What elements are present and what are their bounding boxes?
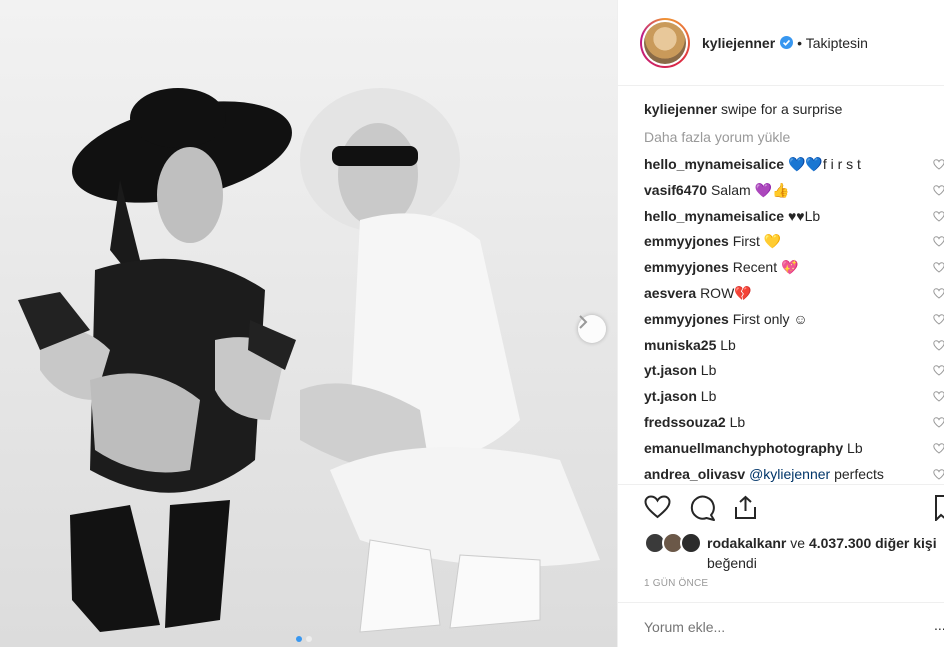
comment-like-heart-icon[interactable] bbox=[933, 365, 944, 377]
comment-like-heart-icon[interactable] bbox=[933, 185, 944, 196]
following-status[interactable]: • Takiptesin bbox=[797, 35, 868, 51]
post-photo[interactable] bbox=[0, 0, 617, 647]
carousel-indicator bbox=[296, 636, 312, 642]
more-options-button[interactable]: ... bbox=[934, 617, 944, 633]
comment-username[interactable]: emmyyjones bbox=[644, 311, 729, 327]
comment-text: 💙💙f i r s t bbox=[787, 156, 861, 172]
comment-text: ROW💔 bbox=[700, 284, 752, 301]
comment-row: emmyyjones First 💛 bbox=[644, 229, 944, 255]
comment-username[interactable]: emanuellmanchyphotography bbox=[644, 440, 843, 456]
caption-username[interactable]: kyliejenner bbox=[644, 101, 717, 117]
comment-row: emmyyjones Recent 💖 bbox=[644, 255, 944, 281]
comment-like-heart-icon[interactable] bbox=[933, 288, 944, 299]
post-timestamp[interactable]: 1 GÜN ÖNCE bbox=[644, 578, 708, 589]
comment-text: perfects bbox=[834, 465, 884, 482]
author-username[interactable]: kyliejenner bbox=[702, 35, 775, 51]
comment-text: Lb bbox=[700, 388, 717, 405]
caption-text: swipe for a surprise bbox=[721, 101, 843, 117]
like-heart-icon[interactable] bbox=[644, 495, 671, 519]
comment-username[interactable]: yt.jason bbox=[644, 362, 697, 378]
comment-text: First 💛 bbox=[732, 233, 782, 250]
likes-count[interactable]: 4.037.300 diğer kişi bbox=[809, 535, 937, 551]
comment-row: yt.jason Lb bbox=[644, 358, 944, 384]
chevron-right-icon bbox=[579, 315, 588, 329]
comment-bubble-icon[interactable] bbox=[689, 495, 716, 521]
comment-text: Lb bbox=[720, 336, 736, 353]
comment-like-heart-icon[interactable] bbox=[933, 314, 944, 325]
comment-row: emmyyjones First only ☺ bbox=[644, 307, 944, 333]
comment-row: aesvera ROW💔 bbox=[644, 281, 944, 307]
verified-badge-icon bbox=[780, 36, 794, 49]
comment-text: Lb bbox=[729, 413, 746, 430]
likes-suffix: beğendi bbox=[707, 555, 757, 571]
likes-connector: ve bbox=[790, 535, 806, 551]
comment-row: emanuellmanchyphotography Lb bbox=[644, 436, 944, 462]
comment-input[interactable] bbox=[644, 619, 894, 635]
likes-summary: rodakalkanr ve 4.037.300 diğer kişi beğe… bbox=[644, 530, 944, 573]
comment-row: andrea_olivasv @kyliejenner perfects bbox=[644, 462, 944, 484]
comment-like-heart-icon[interactable] bbox=[933, 417, 944, 428]
comment-text: Lb bbox=[700, 362, 717, 379]
comment-text: Recent 💖 bbox=[732, 259, 799, 276]
comment-username[interactable]: andrea_olivasv bbox=[644, 466, 745, 482]
comment-row: yt.jason Lb bbox=[644, 384, 944, 410]
post-actions-bar bbox=[618, 484, 944, 534]
likes-text: rodakalkanr ve 4.037.300 diğer kişi beğe… bbox=[707, 533, 937, 573]
comment-username[interactable]: aesvera bbox=[644, 285, 696, 301]
photo-illustration bbox=[0, 0, 617, 647]
post-header: kyliejenner • Takiptesin bbox=[618, 0, 944, 86]
comment-row: vasif6470 Salam 💜👍 bbox=[644, 178, 944, 204]
post-side-panel: kyliejenner • Takiptesin kyliejenner swi… bbox=[617, 0, 944, 647]
load-more-comments-button[interactable]: Daha fazla yorum yükle bbox=[644, 122, 944, 152]
comment-like-heart-icon[interactable] bbox=[933, 210, 944, 222]
author-avatar[interactable] bbox=[640, 17, 690, 68]
comment-like-heart-icon[interactable] bbox=[933, 443, 944, 454]
liker-avatar[interactable] bbox=[680, 532, 702, 554]
comment-username[interactable]: emmyyjones bbox=[644, 233, 729, 249]
comment-text: Salam 💜👍 bbox=[710, 181, 790, 198]
liker-username[interactable]: rodakalkanr bbox=[707, 535, 786, 551]
comment-like-heart-icon[interactable] bbox=[933, 159, 944, 170]
comment-username[interactable]: muniska25 bbox=[644, 337, 716, 353]
comments-list[interactable]: kyliejenner swipe for a surprise Daha fa… bbox=[644, 96, 944, 484]
comment-username[interactable]: hello_mynameisalice bbox=[644, 156, 784, 172]
comment-text: ♥♥Lb bbox=[787, 207, 821, 224]
comment-text: First only ☺ bbox=[732, 310, 808, 327]
add-comment-section: ... bbox=[618, 602, 944, 647]
comment-row: muniska25 Lb bbox=[644, 333, 944, 359]
comment-username[interactable]: vasif6470 bbox=[644, 182, 707, 198]
comment-like-heart-icon[interactable] bbox=[933, 236, 944, 248]
comment-like-heart-icon[interactable] bbox=[933, 339, 944, 351]
share-icon[interactable] bbox=[733, 495, 758, 520]
comment-username[interactable]: hello_mynameisalice bbox=[644, 208, 784, 224]
comment-row: fredssouza2 Lb bbox=[644, 410, 944, 436]
comment-row: hello_mynameisalice 💙💙f i r s t bbox=[644, 152, 944, 178]
post-caption: kyliejenner swipe for a surprise bbox=[644, 96, 944, 122]
comment-username[interactable]: yt.jason bbox=[644, 388, 697, 404]
comment-text: Lb bbox=[847, 439, 863, 456]
comment-username[interactable]: emmyyjones bbox=[644, 259, 729, 275]
comment-mention[interactable]: @kyliejenner bbox=[749, 466, 830, 482]
comment-row: hello_mynameisalice ♥♥Lb bbox=[644, 204, 944, 230]
carousel-dot-active bbox=[296, 636, 302, 642]
carousel-next-button[interactable] bbox=[578, 315, 606, 343]
comment-like-heart-icon[interactable] bbox=[933, 468, 944, 480]
comment-username[interactable]: fredssouza2 bbox=[644, 414, 726, 430]
comment-like-heart-icon[interactable] bbox=[933, 391, 944, 402]
save-bookmark-icon[interactable] bbox=[935, 495, 944, 521]
comment-like-heart-icon[interactable] bbox=[933, 262, 944, 273]
carousel-dot bbox=[306, 636, 312, 642]
